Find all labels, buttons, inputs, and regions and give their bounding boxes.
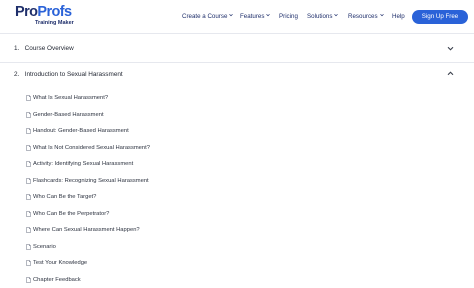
document-icon xyxy=(26,210,31,217)
lesson-item[interactable]: What Is Sexual Harassment? xyxy=(26,93,326,105)
chevron-down-icon xyxy=(379,14,384,17)
lesson-item[interactable]: Who Can Be the Perpetrator? xyxy=(26,209,326,221)
chevron-up-icon[interactable] xyxy=(447,71,454,76)
document-icon xyxy=(26,95,31,101)
top-navigation-bar: ProProfs Training Maker Create a Course … xyxy=(0,0,474,34)
nav-features[interactable]: Features xyxy=(240,0,271,34)
document-icon xyxy=(26,144,31,151)
lesson-item[interactable]: Handout: Gender-Based Harassment xyxy=(26,126,326,138)
lesson-item[interactable]: Flashcards: Recognizing Sexual Harassmen… xyxy=(26,176,326,188)
document-icon xyxy=(26,227,31,233)
document-icon xyxy=(26,243,31,250)
section-title: 1. Course Overview xyxy=(14,45,74,52)
nav-resources[interactable]: Resources xyxy=(348,0,384,34)
nav-create-a-course[interactable]: Create a Course xyxy=(182,0,234,34)
lesson-item[interactable]: What Is Not Considered Sexual Harassment… xyxy=(26,143,326,155)
chevron-down-icon xyxy=(266,14,271,17)
lesson-item[interactable]: Where Can Sexual Harassment Happen? xyxy=(26,225,326,237)
sign-up-free-button[interactable]: Sign Up Free xyxy=(412,10,468,24)
chevron-down-icon[interactable] xyxy=(447,46,454,51)
lesson-item[interactable]: Who Can Be the Target? xyxy=(26,192,326,204)
nav-pricing[interactable]: Pricing xyxy=(279,0,298,34)
section-title: 2. Introduction to Sexual Harassment xyxy=(14,71,123,78)
document-icon xyxy=(26,161,31,167)
lesson-item[interactable]: Chapter Feedback xyxy=(26,275,326,287)
logo-tagline: Training Maker xyxy=(35,20,74,26)
chevron-down-icon xyxy=(334,14,339,17)
document-icon xyxy=(26,128,31,134)
lesson-item[interactable]: Activity: Identifying Sexual Harassment xyxy=(26,159,326,171)
section-introduction-to-sexual-harassment[interactable]: 2. Introduction to Sexual Harassment xyxy=(0,63,474,85)
proprofs-logo[interactable]: ProProfs Training Maker xyxy=(15,5,75,29)
lesson-item[interactable]: Test Your Knowledge xyxy=(26,258,326,270)
lesson-item[interactable]: Scenario xyxy=(26,242,326,254)
document-icon xyxy=(26,177,31,184)
nav-solutions[interactable]: Solutions xyxy=(307,0,339,34)
document-icon xyxy=(26,194,31,200)
chevron-down-icon xyxy=(229,14,234,17)
document-icon xyxy=(26,111,31,118)
logo-wordmark: ProProfs xyxy=(15,4,72,20)
nav-help[interactable]: Help xyxy=(392,0,405,34)
document-icon xyxy=(26,276,31,283)
document-icon xyxy=(26,260,31,266)
section-course-overview[interactable]: 1. Course Overview xyxy=(0,35,474,63)
lesson-item[interactable]: Gender-Based Harassment xyxy=(26,110,326,122)
